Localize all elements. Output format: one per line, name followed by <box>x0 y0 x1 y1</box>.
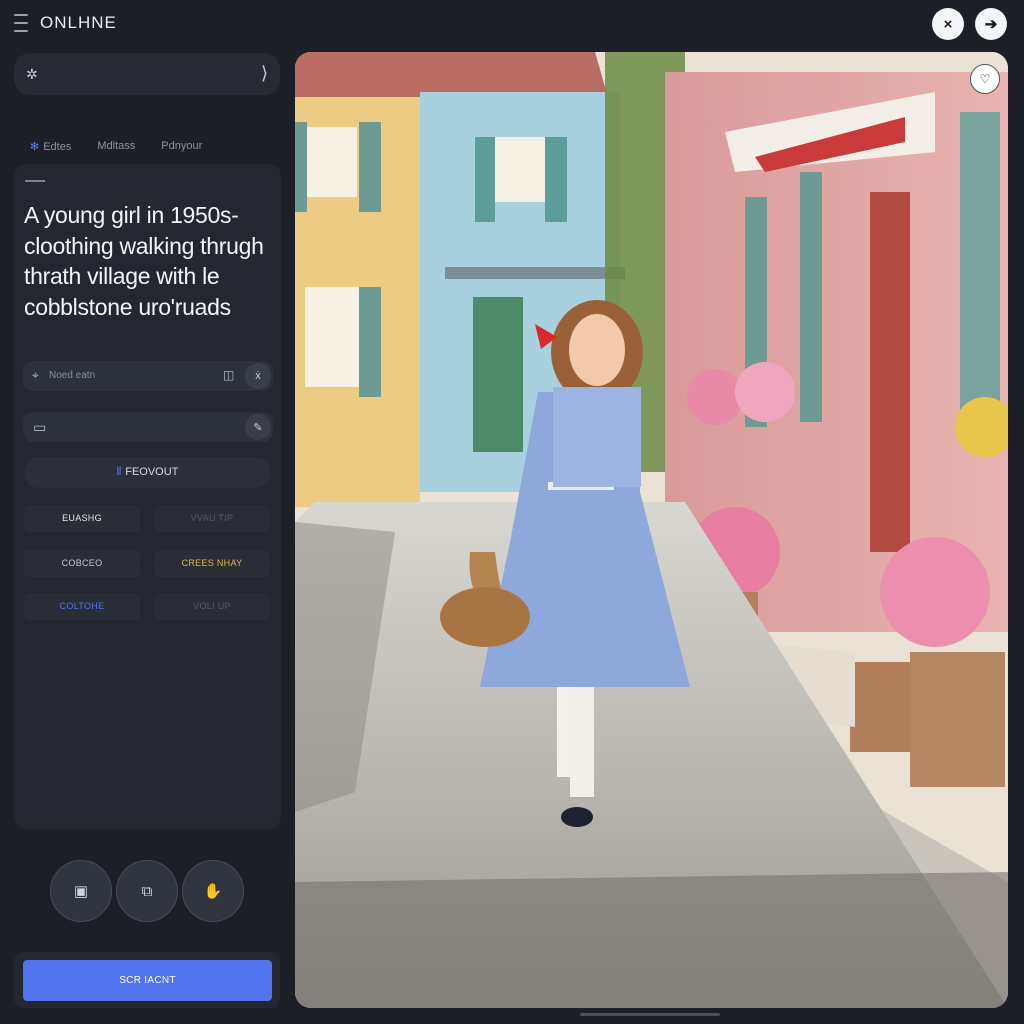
prompt-card: A young girl in 1950s-cloothing walking … <box>14 164 281 829</box>
option-coltohe[interactable]: COLTOHE <box>24 593 140 620</box>
generated-image <box>295 52 1008 1008</box>
heart-icon: ♡ <box>979 72 991 86</box>
tab-edtes[interactable]: ✻ Edtes <box>30 140 71 153</box>
image-preview[interactable]: ♡ <box>295 52 1008 1008</box>
generate-button[interactable]: SCR IACNT <box>23 960 272 1001</box>
favorite-button[interactable]: ♡ <box>970 64 1000 94</box>
option-cobceo[interactable]: COBCEO <box>24 550 140 577</box>
prompt-bar[interactable]: ✲ ⟩ <box>14 53 280 95</box>
option-voli-up[interactable]: VOLI UP <box>154 593 270 620</box>
gear-icon: ✻ <box>30 141 40 153</box>
camera-icon[interactable]: ◫ <box>223 368 234 382</box>
reference-image-field[interactable]: ▭ ✎ <box>23 412 273 442</box>
sparkle-icon[interactable]: ✲ <box>26 66 38 83</box>
tab-mdltass[interactable]: Mdltass <box>97 140 135 153</box>
settings-button[interactable]: ẋ <box>245 363 271 389</box>
home-indicator <box>580 1013 720 1016</box>
option-crees-nhay[interactable]: CREES NHAY <box>154 550 270 577</box>
hand-tool-button[interactable]: ✋ <box>182 860 244 922</box>
option-euashg[interactable]: EUASHG <box>24 505 140 532</box>
card-handle <box>25 180 45 182</box>
tag-icon: ⌖ <box>32 368 39 382</box>
layout-button[interactable]: ⫴ FEOVOUT <box>24 457 271 488</box>
option-vvau-tip[interactable]: VVAU TIP <box>154 505 270 532</box>
prompt-text[interactable]: A young girl in 1950s-cloothing walking … <box>24 200 274 322</box>
next-button[interactable]: ➔ <box>975 8 1007 40</box>
layout-icon: ⫴ <box>116 466 122 478</box>
generate-container: SCR IACNT <box>14 952 280 1008</box>
image-tool-button[interactable]: ▣ <box>50 860 112 922</box>
tab-pdnyour[interactable]: Pdnyour <box>161 140 202 153</box>
layers-tool-icon: ⧉ <box>141 882 153 900</box>
negative-prompt-field[interactable]: ⌖ Noed eatn ◫ ẋ <box>23 361 273 391</box>
palette-button[interactable]: ✎ <box>245 414 271 440</box>
app-brand: ONLHNE <box>40 13 117 32</box>
negative-prompt-placeholder: Noed eatn <box>49 370 96 381</box>
close-button[interactable]: × <box>932 8 964 40</box>
close-small-icon: ẋ <box>255 370 261 382</box>
top-bar: ONLHNE × ➔ <box>0 0 1024 48</box>
layers-tool-button[interactable]: ⧉ <box>116 860 178 922</box>
image-tool-icon: ▣ <box>73 883 89 900</box>
palette-icon: ✎ <box>253 421 263 434</box>
hamburger-menu-icon[interactable] <box>14 14 28 32</box>
arrow-right-icon: ➔ <box>984 16 998 33</box>
tab-bar: ✻ Edtes Mdltass Pdnyour <box>30 140 228 153</box>
chevron-right-icon[interactable]: ⟩ <box>261 63 268 84</box>
frame-icon: ▭ <box>33 419 47 435</box>
close-icon: × <box>943 15 953 33</box>
hand-tool-icon: ✋ <box>203 883 223 900</box>
